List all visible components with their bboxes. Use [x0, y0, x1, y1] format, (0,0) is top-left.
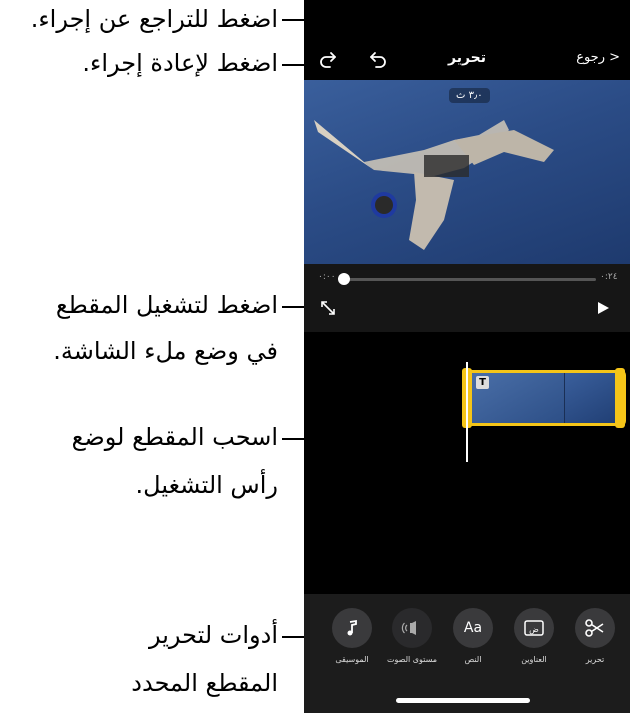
tool-edit-label: تحرير — [585, 655, 605, 664]
total-time: ٠:٢٤ — [600, 272, 618, 282]
volume-icon — [401, 621, 416, 635]
tool-music[interactable]: الموسيقى — [322, 608, 382, 664]
back-button[interactable]: < رجوع — [576, 50, 620, 65]
music-note-icon — [347, 619, 357, 636]
tool-music-label: الموسيقى — [335, 655, 369, 664]
tool-titles[interactable]: ض العناوين — [504, 608, 564, 664]
timeline[interactable]: T — [304, 332, 630, 594]
callout-redo: اضغط لإعادة إجراء. — [82, 49, 278, 77]
text-overlay-icon: T — [476, 376, 489, 389]
callout-undo: اضغط للتراجع عن إجراء. — [30, 5, 278, 33]
tool-volume-label: مستوى الصوت — [386, 655, 438, 664]
video-preview[interactable]: ٣٫٠ ث — [304, 80, 630, 264]
callout-tools-line1: أدوات لتحرير — [148, 621, 278, 649]
scrubber-track[interactable] — [344, 278, 596, 281]
edit-toolbar: تحرير ض العناوين Aa النص مستوى الصوت الم… — [304, 594, 630, 713]
scissors-icon — [585, 619, 604, 637]
skydiver-image — [314, 120, 554, 250]
tool-volume[interactable]: مستوى الصوت — [382, 608, 442, 664]
home-indicator[interactable] — [396, 698, 530, 703]
navigation-bar: تحرير < رجوع — [304, 0, 630, 80]
callout-fullscreen-line1: اضغط لتشغيل المقطع — [55, 291, 278, 319]
playback-controls: ٠:٠٠ ٠:٢٤ — [304, 264, 630, 332]
tool-titles-label: العناوين — [521, 655, 547, 664]
fullscreen-expand-icon[interactable] — [318, 298, 338, 318]
svg-text:ض: ض — [529, 625, 539, 634]
callout-fullscreen-line2: في وضع ملء الشاشة. — [53, 337, 278, 365]
phone-screen: تحرير < رجوع ٣٫٠ ث ٠:٠٠ ٠:٢٤ T تحرير ض ا… — [304, 0, 630, 713]
play-icon[interactable] — [595, 300, 611, 316]
text-icon: Aa — [463, 620, 483, 636]
playhead[interactable] — [466, 362, 468, 462]
callout-drag-line2: رأس التشغيل. — [135, 471, 278, 499]
tool-edit[interactable]: تحرير — [565, 608, 625, 664]
tool-text-label: النص — [464, 655, 482, 664]
callout-tools-line2: المقطع المحدد — [131, 669, 278, 697]
current-time: ٠:٠٠ — [318, 272, 336, 282]
clip-trim-handle-right[interactable] — [615, 368, 625, 428]
callout-drag-line1: اسحب المقطع لوضع — [71, 423, 278, 451]
scrubber-knob[interactable] — [338, 273, 350, 285]
video-clip[interactable]: T — [466, 370, 626, 426]
titles-icon: ض — [524, 620, 544, 636]
tool-text[interactable]: Aa النص — [443, 608, 503, 664]
